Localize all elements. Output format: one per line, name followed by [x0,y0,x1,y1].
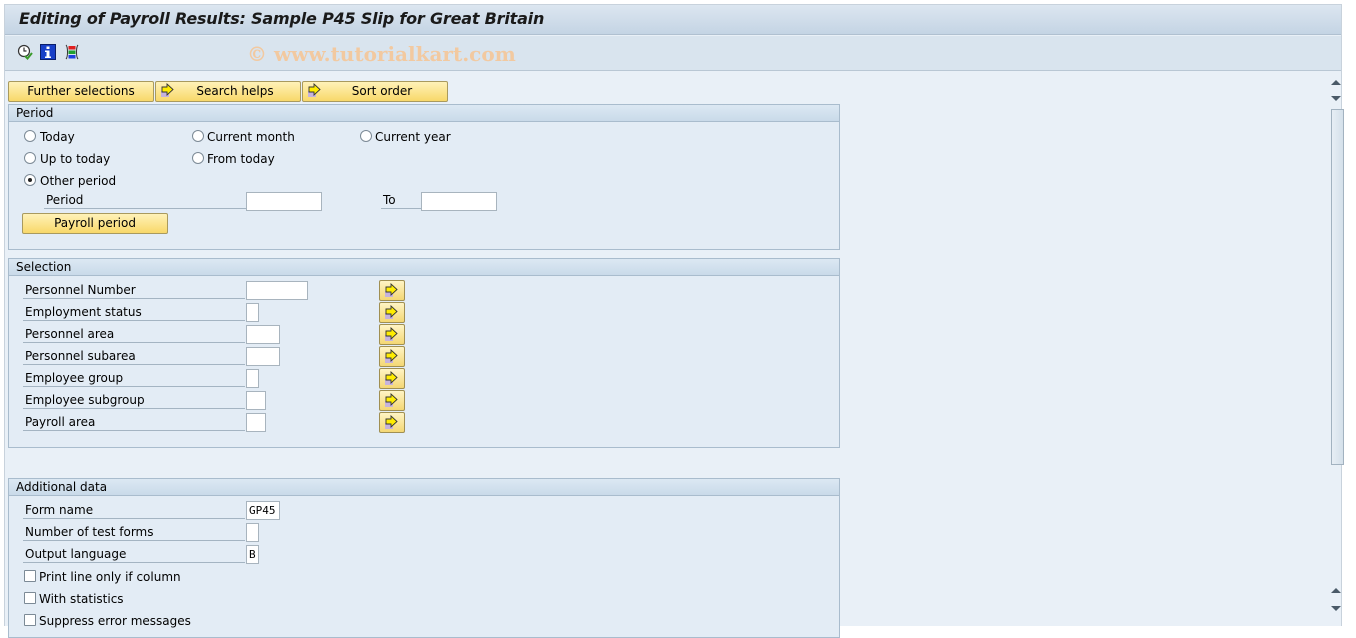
title-bar: Editing of Payroll Results: Sample P45 S… [5,5,1341,35]
employee-subgroup-input[interactable] [246,391,266,410]
with-statistics-label: With statistics [39,592,124,606]
watermark: © www.tutorialkart.com [247,42,516,66]
employment-status-label: Employment status [23,301,245,321]
radio-up-to-today-label: Up to today [40,152,111,166]
employee-group-input[interactable] [246,369,259,388]
test-forms-input[interactable] [246,523,259,542]
period-label: Period [44,189,246,209]
info-icon[interactable] [40,44,56,60]
vertical-scrollbar[interactable] [1326,72,1344,627]
payroll-area-label: Payroll area [23,411,245,431]
application-toolbar: © www.tutorialkart.com [5,36,1341,71]
page-title: Editing of Payroll Results: Sample P45 S… [19,9,545,28]
scroll-down-bottom-icon[interactable] [1329,601,1343,615]
payroll-period-button[interactable]: Payroll period [22,213,168,234]
selection-group: Selection Personnel Number Employment sta… [8,258,840,448]
personnel-area-label: Personnel area [23,323,245,343]
payroll-area-multiple-selection-button[interactable] [379,412,405,433]
to-label: To [381,189,421,209]
sap-window: Editing of Payroll Results: Sample P45 S… [4,4,1344,638]
personnel-number-label: Personnel Number [23,279,245,299]
selection-options-icon[interactable] [64,44,80,60]
personnel-area-multiple-selection-button[interactable] [379,324,405,345]
additional-data-group-header: Additional data [9,479,839,496]
radio-other-period[interactable] [24,174,36,186]
period-group-header: Period [9,105,839,122]
radio-from-today-label: From today [207,152,275,166]
additional-data-group: Additional data Form name GP45 Number of… [8,478,840,638]
print-line-label: Print line only if column [39,570,181,584]
search-helps-button[interactable]: Search helps [155,81,301,102]
period-to-input[interactable] [421,192,497,211]
form-name-label: Form name [23,499,245,519]
employee-group-label: Employee group [23,367,245,387]
with-statistics-checkbox[interactable] [24,592,36,604]
employment-status-multiple-selection-button[interactable] [379,302,405,323]
period-from-input[interactable] [246,192,322,211]
employee-subgroup-label: Employee subgroup [23,389,245,409]
print-line-checkbox[interactable] [24,570,36,582]
employee-subgroup-multiple-selection-button[interactable] [379,390,405,411]
scroll-up-icon[interactable] [1329,76,1343,90]
radio-from-today[interactable] [192,152,204,164]
form-name-input[interactable]: GP45 [246,501,280,520]
radio-current-year[interactable] [360,130,372,142]
personnel-area-input[interactable] [246,325,280,344]
radio-current-year-label: Current year [375,130,451,144]
personnel-subarea-input[interactable] [246,347,280,366]
personnel-number-multiple-selection-button[interactable] [379,280,405,301]
period-group: Period Today Current month Current year … [8,104,840,250]
personnel-subarea-label: Personnel subarea [23,345,245,365]
further-selections-button[interactable]: Further selections [8,81,154,102]
scrollbar-thumb[interactable] [1331,109,1344,465]
scroll-down-icon[interactable] [1329,91,1343,105]
personnel-subarea-multiple-selection-button[interactable] [379,346,405,367]
radio-today[interactable] [24,130,36,142]
payroll-area-input[interactable] [246,413,266,432]
radio-current-month[interactable] [192,130,204,142]
personnel-number-input[interactable] [246,281,308,300]
arrow-right-icon [307,82,323,99]
suppress-errors-checkbox[interactable] [24,614,36,626]
radio-today-label: Today [40,130,75,144]
selection-group-header: Selection [9,259,839,276]
selection-screen: Further selections Search helps Sort ord… [5,72,1323,638]
execute-clock-icon[interactable] [17,44,33,60]
scroll-up-bottom-icon[interactable] [1329,584,1343,598]
radio-current-month-label: Current month [207,130,295,144]
sort-order-button[interactable]: Sort order [302,81,448,102]
radio-up-to-today[interactable] [24,152,36,164]
test-forms-label: Number of test forms [23,521,245,541]
employee-group-multiple-selection-button[interactable] [379,368,405,389]
employment-status-input[interactable] [246,303,259,322]
output-language-input[interactable]: B [246,545,259,564]
output-language-label: Output language [23,543,245,563]
radio-other-period-label: Other period [40,174,117,188]
arrow-right-icon [160,82,176,99]
